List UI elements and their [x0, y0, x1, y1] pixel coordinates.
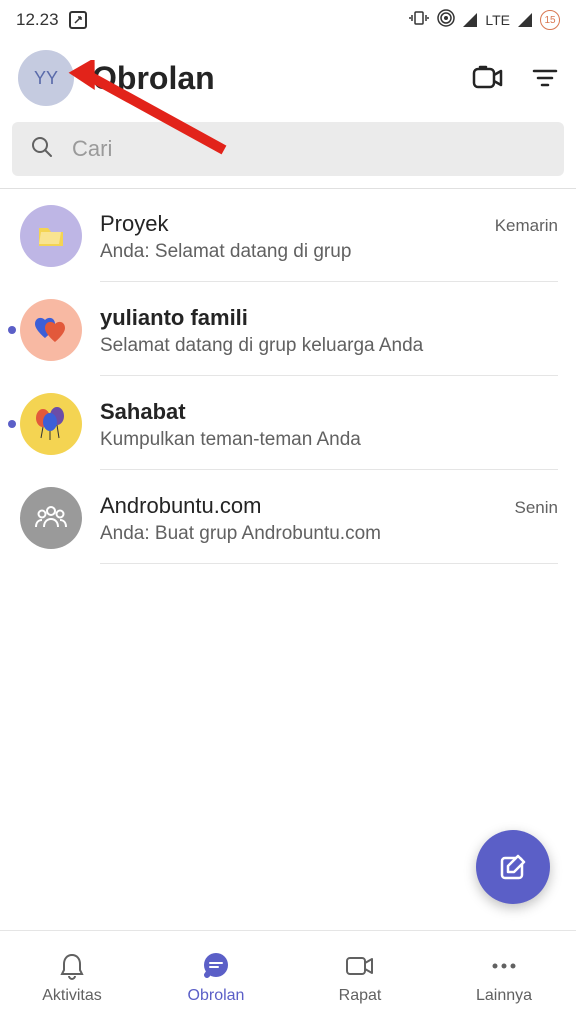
hotspot-icon: [437, 9, 455, 32]
chat-item-androbuntu[interactable]: Androbuntu.com Senin Anda: Buat grup And…: [0, 471, 576, 565]
bottom-nav: Aktivitas Obrolan Rapat Lainnya: [0, 930, 576, 1024]
video-call-button[interactable]: [472, 65, 504, 91]
nav-activity[interactable]: Aktivitas: [0, 931, 144, 1024]
nav-label: Obrolan: [188, 987, 245, 1005]
chat-preview: Selamat datang di grup keluarga Anda: [100, 335, 558, 357]
nav-meeting[interactable]: Rapat: [288, 931, 432, 1024]
new-chat-button[interactable]: [476, 830, 550, 904]
chat-icon: [201, 951, 231, 981]
app-header: YY Obrolan: [0, 40, 576, 122]
app-icon: [69, 11, 87, 29]
chat-title: Androbuntu.com: [100, 493, 261, 519]
video-icon: [345, 951, 375, 981]
nav-label: Lainnya: [476, 987, 532, 1005]
page-title: Obrolan: [92, 60, 454, 97]
chat-preview: Kumpulkan teman-teman Anda: [100, 429, 558, 451]
nav-more[interactable]: Lainnya: [432, 931, 576, 1024]
battery-icon: 15: [540, 10, 560, 30]
nav-label: Rapat: [339, 987, 382, 1005]
bell-icon: [59, 951, 85, 981]
chat-preview: Anda: Buat grup Androbuntu.com: [100, 523, 558, 545]
chat-time: Kemarin: [495, 216, 558, 236]
filter-button[interactable]: [532, 68, 558, 88]
chat-title: Proyek: [100, 211, 168, 237]
chat-title: Sahabat: [100, 399, 186, 425]
chat-item-sahabat[interactable]: Sahabat Kumpulkan teman-teman Anda: [0, 377, 576, 471]
signal-icon-2: [518, 13, 532, 27]
chat-item-yulianto[interactable]: yulianto famili Selamat datang di grup k…: [0, 283, 576, 377]
nav-chat[interactable]: Obrolan: [144, 931, 288, 1024]
profile-avatar[interactable]: YY: [18, 50, 74, 106]
chat-preview: Anda: Selamat datang di grup: [100, 241, 558, 263]
unread-indicator: [8, 420, 16, 428]
network-type: LTE: [485, 12, 510, 28]
chat-list: Proyek Kemarin Anda: Selamat datang di g…: [0, 189, 576, 565]
unread-indicator: [8, 326, 16, 334]
search-bar[interactable]: [12, 122, 564, 176]
chat-avatar-balloons-icon: [20, 393, 82, 455]
chat-avatar-hearts-icon: [20, 299, 82, 361]
search-input[interactable]: [72, 136, 546, 162]
chat-title: yulianto famili: [100, 305, 248, 331]
vibrate-icon: [409, 10, 429, 31]
status-time: 12.23: [16, 10, 59, 30]
signal-icon-1: [463, 13, 477, 27]
nav-label: Aktivitas: [42, 987, 102, 1005]
chat-avatar-people-icon: [20, 487, 82, 549]
chat-item-proyek[interactable]: Proyek Kemarin Anda: Selamat datang di g…: [0, 189, 576, 283]
status-bar: 12.23 LTE 15: [0, 0, 576, 40]
avatar-initials: YY: [34, 68, 58, 89]
chat-time: Senin: [515, 498, 558, 518]
more-icon: [490, 951, 518, 981]
chat-avatar-folder-icon: [20, 205, 82, 267]
search-icon: [30, 135, 54, 164]
